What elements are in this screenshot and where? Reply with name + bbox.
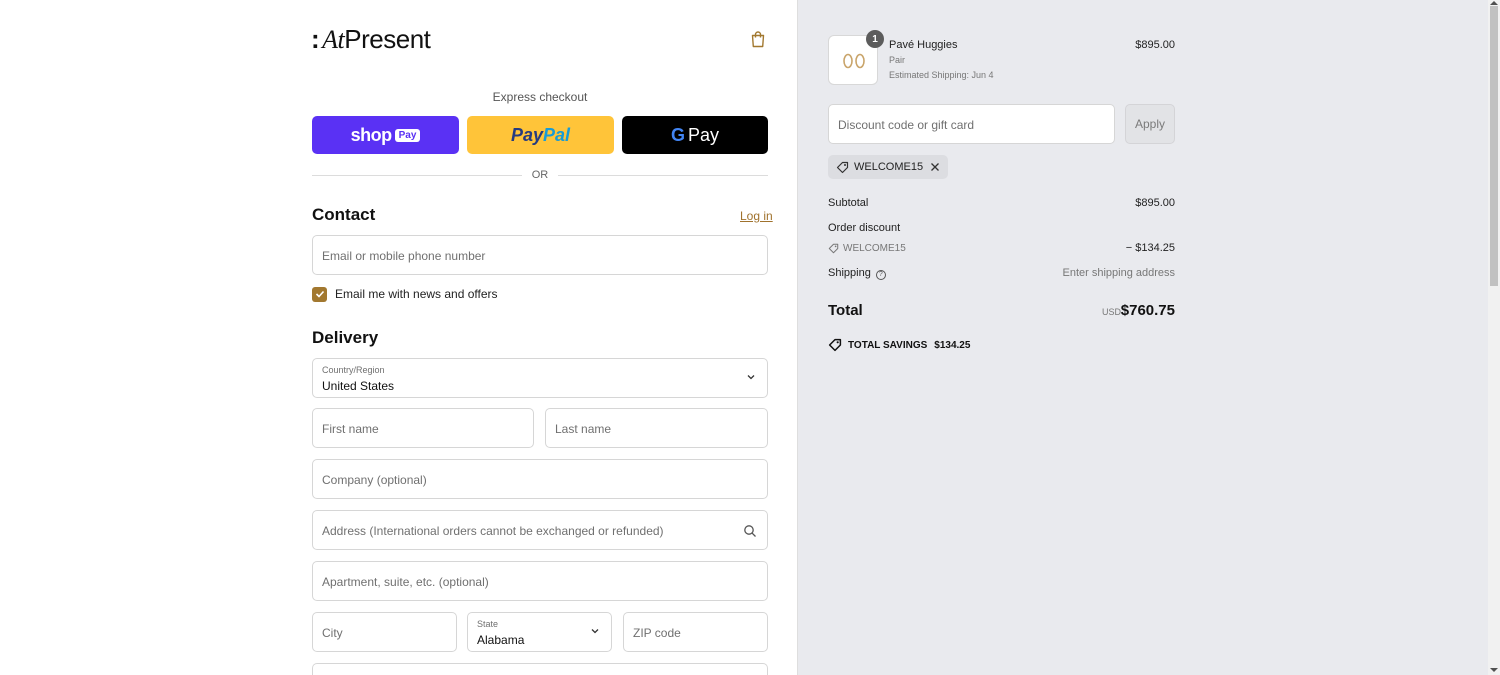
discount-value: − $134.25 xyxy=(1125,242,1175,254)
last-name-placeholder: Last name xyxy=(555,422,612,436)
email-field[interactable]: Email or mobile phone number xyxy=(312,235,768,275)
applied-discount-chip: WELCOME15 xyxy=(828,155,949,179)
address-placeholder: Address (International orders cannot be … xyxy=(322,524,664,538)
address-field[interactable]: Address (International orders cannot be … xyxy=(312,510,768,550)
subtotal-value: $895.00 xyxy=(1135,197,1175,209)
login-link[interactable]: Log in xyxy=(740,209,773,223)
logo-at: At xyxy=(322,25,345,54)
product-name: Pavé Huggies xyxy=(889,39,958,51)
subtotal-label: Subtotal xyxy=(828,197,869,209)
google-pay-text: Pay xyxy=(687,124,720,145)
country-select[interactable]: Country/Region United States xyxy=(312,358,768,398)
city-field[interactable]: City xyxy=(312,612,457,652)
phone-field[interactable] xyxy=(312,663,768,675)
savings-value: $134.25 xyxy=(934,339,971,351)
applied-code: WELCOME15 xyxy=(854,161,924,173)
email-placeholder: Email or mobile phone number xyxy=(322,249,486,263)
logo-text: Present xyxy=(344,24,431,54)
newsletter-checkbox[interactable] xyxy=(312,286,327,302)
tag-icon xyxy=(828,243,839,254)
scroll-down-arrow[interactable] xyxy=(1490,668,1498,672)
logo-colon: : xyxy=(311,24,320,54)
google-pay-button[interactable]: G Pay xyxy=(622,116,768,154)
apply-button[interactable]: Apply xyxy=(1125,104,1175,144)
discount-code-row: WELCOME15 xyxy=(828,243,906,254)
total-savings: TOTAL SAVINGS $134.25 xyxy=(828,338,970,352)
help-icon[interactable]: ? xyxy=(875,270,886,280)
zip-field[interactable]: ZIP code xyxy=(623,612,768,652)
total-label: Total xyxy=(828,302,863,319)
state-value: Alabama xyxy=(477,633,525,647)
country-value: United States xyxy=(322,379,395,393)
paypal-text-2: Pal xyxy=(543,124,571,145)
google-g-icon: G xyxy=(670,124,685,145)
close-icon[interactable] xyxy=(930,162,940,172)
discount-code: WELCOME15 xyxy=(843,243,906,254)
country-label: Country/Region xyxy=(322,365,385,375)
newsletter-label: Email me with news and offers xyxy=(335,287,498,301)
apartment-field[interactable]: Apartment, suite, etc. (optional) xyxy=(312,561,768,601)
apartment-placeholder: Apartment, suite, etc. (optional) xyxy=(322,575,489,589)
paypal-button[interactable]: Pay Pal xyxy=(467,116,614,154)
savings-tag-icon xyxy=(828,338,842,352)
state-select[interactable]: State Alabama xyxy=(467,612,612,652)
newsletter-row[interactable]: Email me with news and offers xyxy=(312,286,498,302)
total-value: $760.75 xyxy=(1120,302,1175,319)
shop-pay-pill: Pay xyxy=(394,128,421,142)
divider-line-right xyxy=(558,175,768,176)
state-label: State xyxy=(477,619,499,629)
shop-pay-text: shop xyxy=(350,124,393,145)
zip-placeholder: ZIP code xyxy=(633,626,681,640)
shipping-row: Shipping? xyxy=(828,267,886,280)
first-name-placeholder: First name xyxy=(322,422,379,436)
shipping-estimate: Estimated Shipping: Jun 4 xyxy=(889,70,994,80)
product-variant: Pair xyxy=(889,55,906,65)
delivery-title: Delivery xyxy=(312,328,379,347)
last-name-field[interactable]: Last name xyxy=(545,408,768,448)
shopping-bag-icon[interactable] xyxy=(749,30,767,48)
company-placeholder: Company (optional) xyxy=(322,473,427,487)
discount-code-input[interactable]: Discount code or gift card xyxy=(828,104,1115,144)
scroll-up-arrow[interactable] xyxy=(1490,1,1498,5)
contact-title: Contact xyxy=(312,205,376,224)
tag-icon xyxy=(836,161,849,173)
checkmark-icon xyxy=(315,290,324,298)
discount-placeholder: Discount code or gift card xyxy=(838,118,975,132)
product-price: $895.00 xyxy=(1135,39,1175,51)
shipping-label: Shipping xyxy=(828,267,871,279)
chevron-down-icon xyxy=(591,629,599,634)
express-checkout-label: Express checkout xyxy=(492,90,588,104)
or-divider: OR xyxy=(312,168,768,182)
page-scrollbar[interactable] xyxy=(1488,0,1500,675)
chevron-down-icon xyxy=(747,375,755,380)
search-icon xyxy=(744,525,756,537)
checkout-main: : AtPresent Express checkout shop Pay Pay P… xyxy=(0,0,797,675)
store-logo[interactable]: : AtPresent xyxy=(311,24,431,55)
shop-pay-button[interactable]: shop Pay xyxy=(312,116,459,154)
savings-label: TOTAL SAVINGS xyxy=(848,339,928,351)
company-field[interactable]: Company (optional) xyxy=(312,459,768,499)
first-name-field[interactable]: First name xyxy=(312,408,534,448)
quantity-badge: 1 xyxy=(866,30,884,48)
city-placeholder: City xyxy=(322,626,343,640)
shipping-value: Enter shipping address xyxy=(1062,267,1175,279)
scrollbar-thumb[interactable] xyxy=(1490,6,1498,286)
paypal-text-1: Pay xyxy=(510,124,543,145)
order-discount-label: Order discount xyxy=(828,222,901,234)
